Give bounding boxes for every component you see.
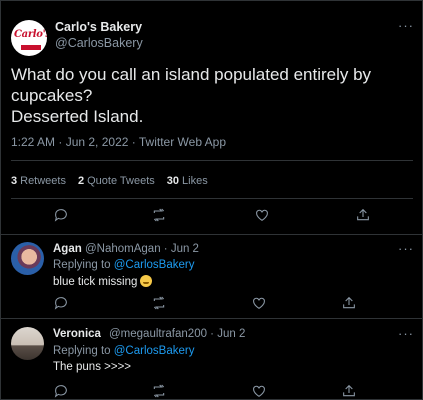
mention-link[interactable]: @CarlosBakery [114,345,195,357]
reply-icon[interactable] [52,382,70,400]
retweets-label: Retweets [20,175,66,187]
retweet-icon[interactable] [150,382,168,400]
quotes-count: 2 [77,175,85,187]
reply-author-handle[interactable]: @NahomAgan · Jun 2 [85,243,199,255]
author-handle[interactable]: @CarlosBakery [55,36,143,50]
divider [11,198,413,199]
likes-count: 30 [166,175,180,187]
tweet-stats: 3 Retweets 2 Quote Tweets 30 Likes [11,175,208,187]
quotes-label: Quote Tweets [87,175,155,187]
reply-text-content: blue tick missing [53,276,138,288]
heart-icon[interactable] [250,382,268,400]
avatar[interactable]: Carlo's [11,20,47,56]
replying-to: Replying to @CarlosBakery [53,345,194,357]
mention-link[interactable]: @CarlosBakery [114,259,195,271]
divider [0,234,423,235]
heart-icon[interactable] [253,206,271,224]
author-name[interactable]: Carlo's Bakery [55,20,142,34]
bakery-logo: Carlo's [14,29,47,40]
more-icon[interactable]: ··· [398,241,414,256]
divider [11,160,413,161]
laughing-face-icon [140,275,153,287]
avatar[interactable] [11,242,44,275]
replying-prefix: Replying to [53,259,111,271]
share-icon[interactable] [340,294,358,312]
heart-icon[interactable] [250,294,268,312]
avatar[interactable] [11,327,44,360]
tweet-thread [0,0,423,400]
logo-band [21,45,41,50]
reply-author-name[interactable]: Agan [53,243,82,255]
reply-icon[interactable] [52,294,70,312]
likes-stat[interactable]: 30 Likes [167,175,208,187]
retweet-icon[interactable] [150,294,168,312]
tweet-text-line: cupcakes? [11,86,93,105]
retweet-icon[interactable] [150,206,168,224]
more-icon[interactable]: ··· [398,326,414,341]
tweet-text-line: Desserted Island. [11,107,144,126]
replying-prefix: Replying to [53,345,111,357]
likes-label: Likes [182,175,208,187]
tweet-text-line: What do you call an island populated ent… [11,65,372,84]
share-icon[interactable] [340,382,358,400]
tweet-meta[interactable]: 1:22 AM · Jun 2, 2022 · Twitter Web App [11,135,226,149]
more-icon[interactable]: ··· [398,18,414,33]
replying-to: Replying to @CarlosBakery [53,259,194,271]
reply-icon[interactable] [52,206,70,224]
reply-text: The puns >>>> [53,361,132,373]
reply-text: blue tick missing [53,275,153,288]
reply-author-handle[interactable]: @megaultrafan200 · Jun 2 [109,328,245,340]
divider [0,318,423,319]
quote-tweets-stat[interactable]: 2 Quote Tweets [78,175,155,187]
retweets-stat[interactable]: 3 Retweets [11,175,66,187]
retweets-count: 3 [11,175,18,187]
share-icon[interactable] [354,206,372,224]
reply-author-name[interactable]: Veronica [53,328,101,340]
tweet-text: What do you call an island populated ent… [11,64,411,127]
